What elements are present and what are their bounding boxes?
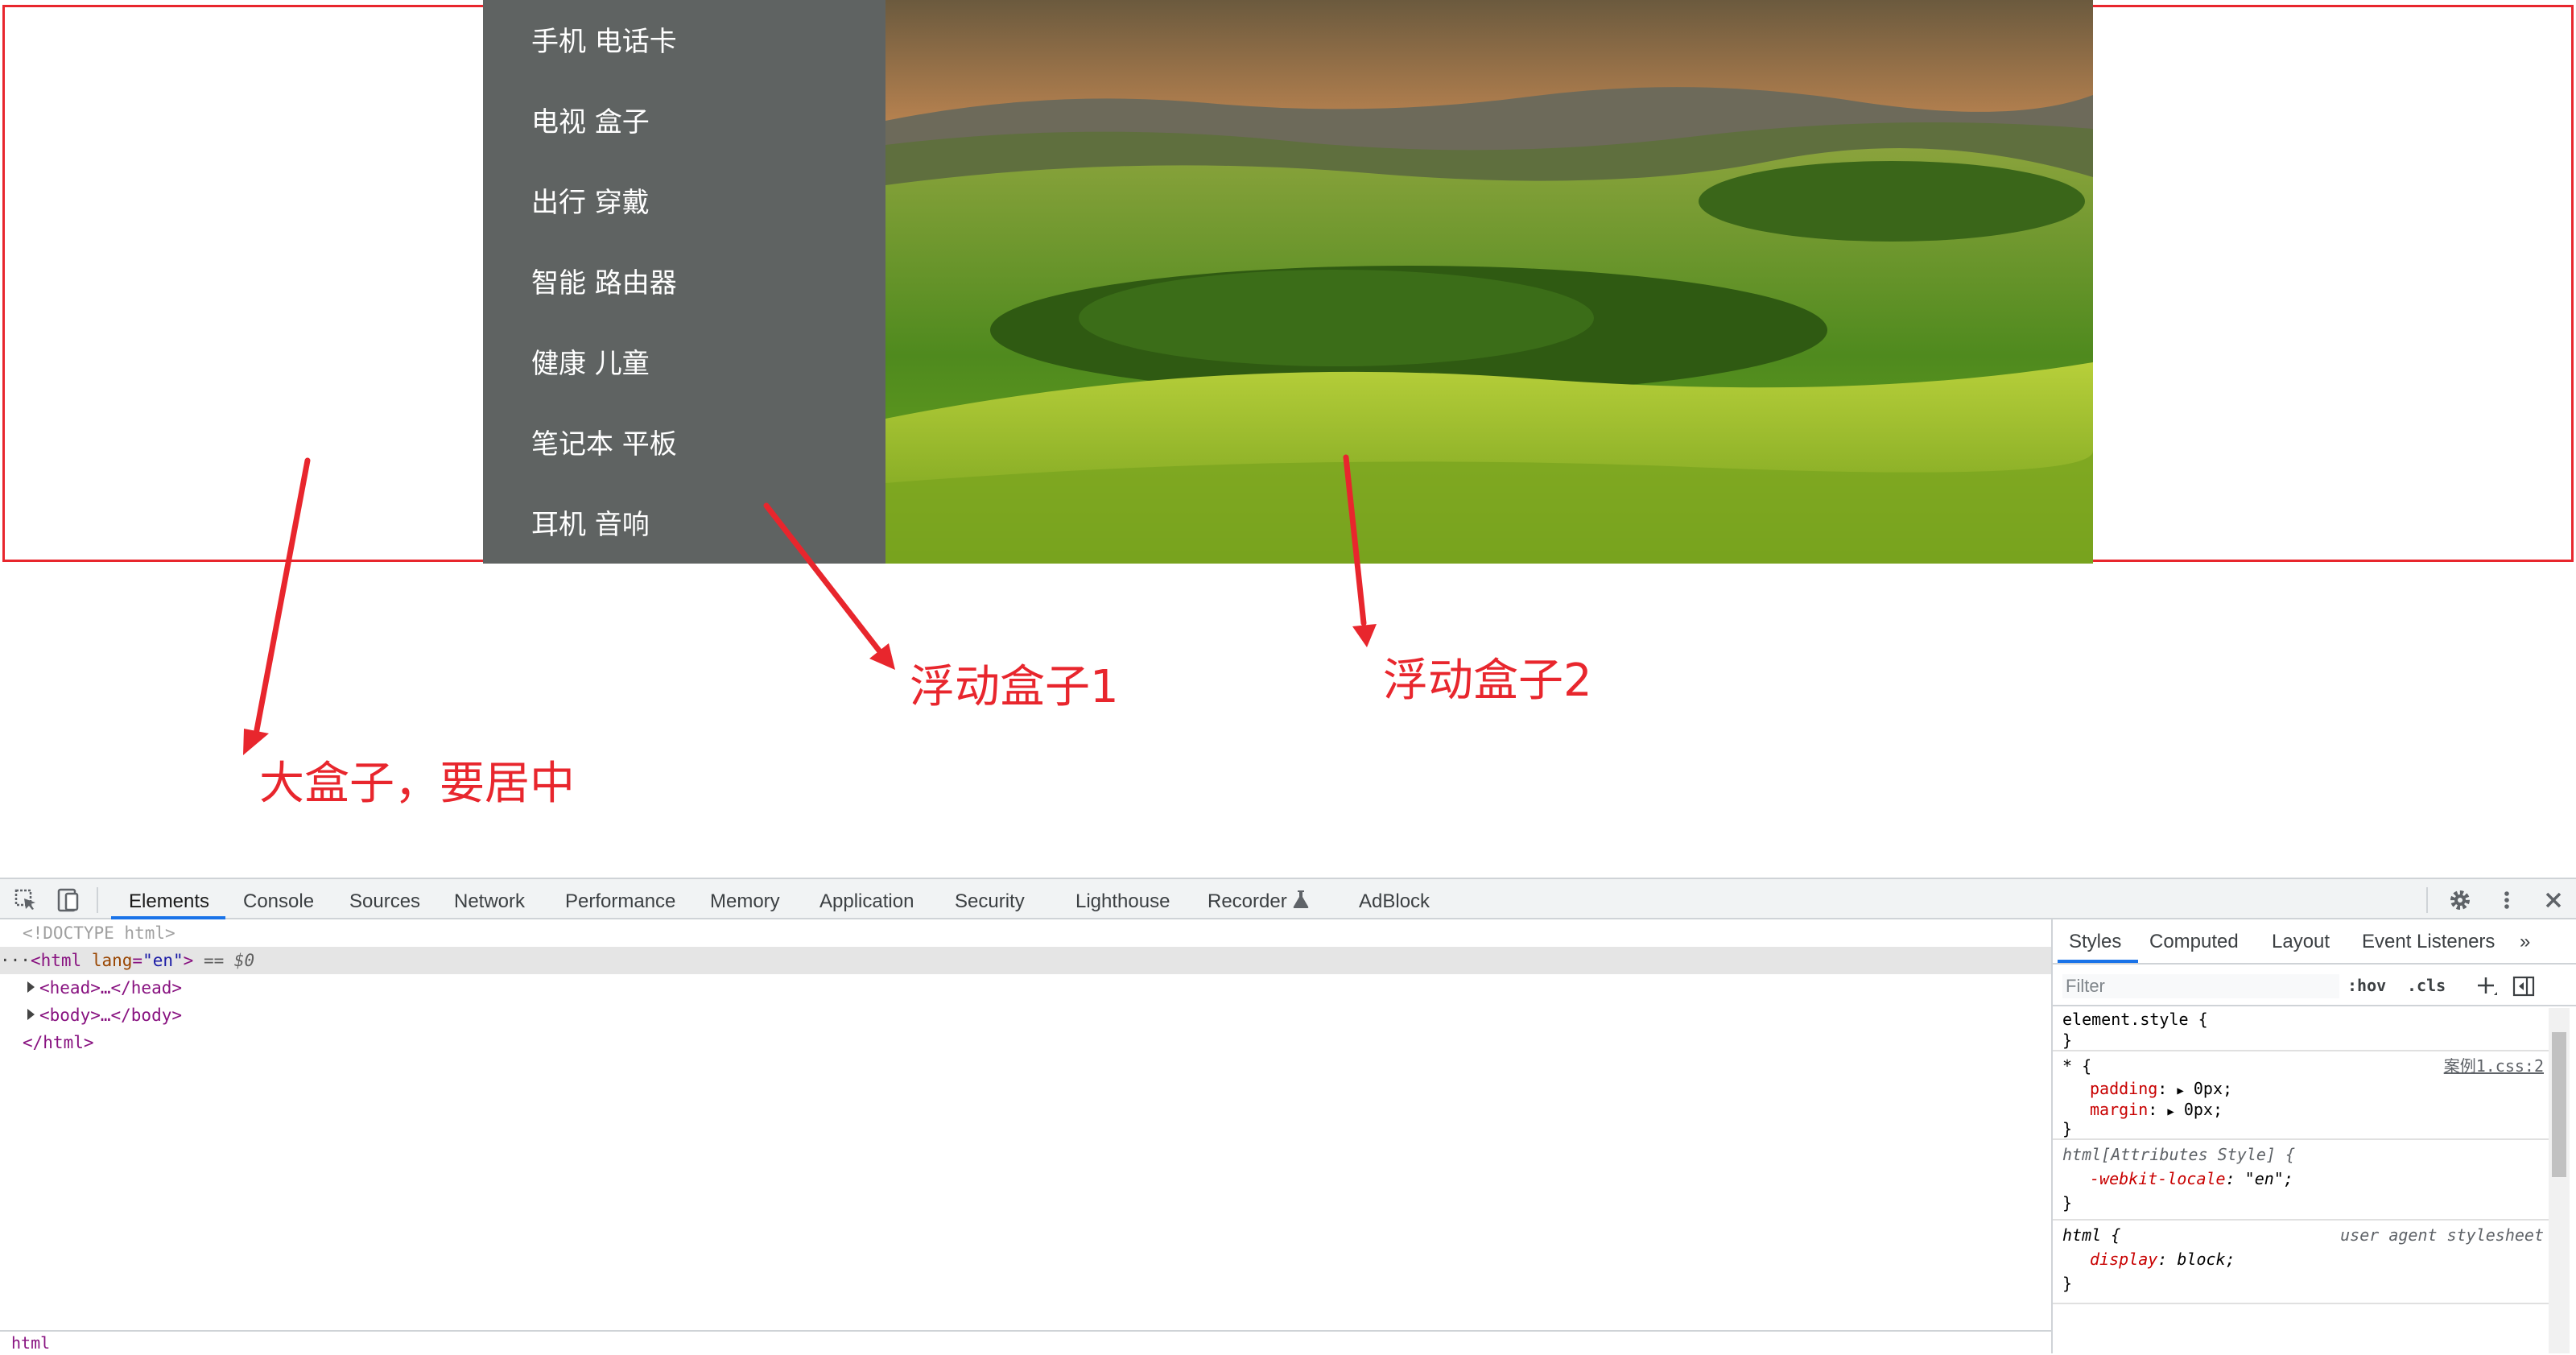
elements-dom-tree: <!DOCTYPE html> ···<html lang="en"> == $… (0, 919, 2051, 1353)
dom-head-node[interactable]: <head>…</head> (0, 974, 2079, 1002)
dom-doctype[interactable]: <!DOCTYPE html> (0, 919, 2051, 947)
close-brace: } (2062, 1031, 2073, 1050)
html-attr-value: "en" (142, 951, 184, 970)
styles-tab-underline (2058, 960, 2138, 963)
more-vertical-icon[interactable] (2494, 887, 2520, 913)
html-attributes-selector: html[Attributes Style] { (2062, 1145, 2295, 1164)
settings-gear-icon[interactable] (2447, 887, 2473, 913)
annotation-float-box-2: 浮动盒子2 (1383, 655, 1592, 707)
display-value: block; (2177, 1250, 2235, 1269)
dom-html-close[interactable]: </html> (0, 1029, 2074, 1056)
padding-property: padding (2090, 1079, 2158, 1098)
menu-item-laptop[interactable]: 笔记本 平板 (531, 428, 677, 461)
locale-property: -webkit-locale (2090, 1169, 2226, 1188)
rule-html-user-agent: html { user agent stylesheet display: bl… (2053, 1222, 2552, 1304)
close-icon[interactable] (2541, 887, 2566, 913)
annotation-big-box: 大盒子，要居中 (259, 758, 575, 810)
menu-item-health[interactable]: 健康 儿童 (531, 348, 650, 380)
toolbar-divider (97, 887, 98, 913)
tab-application[interactable]: Application (819, 890, 914, 913)
breadcrumb-html[interactable]: html (11, 1333, 50, 1353)
margin-declaration[interactable]: margin: ▶ 0px; (2090, 1098, 2223, 1123)
expand-triangle-icon[interactable] (27, 981, 35, 993)
display-property: display (2090, 1250, 2158, 1269)
devtools-panel: Elements Console Sources Network Perform… (0, 878, 2576, 1353)
toggle-sidebar-icon[interactable] (2512, 974, 2536, 998)
expand-triangle-icon[interactable] (27, 1009, 35, 1020)
display-declaration: display: block; (2090, 1250, 2235, 1269)
html-tag-name: html (40, 951, 82, 970)
cls-toggle-button[interactable]: .cls (2407, 976, 2446, 995)
head-node-text: <head>…</head> (39, 978, 183, 998)
html-attr-name: lang (91, 951, 133, 970)
tab-performance[interactable]: Performance (565, 890, 675, 913)
tab-security[interactable]: Security (955, 890, 1025, 913)
toolbar-divider-right (2426, 887, 2428, 913)
inspect-icon[interactable] (13, 887, 39, 913)
tab-memory[interactable]: Memory (710, 890, 780, 913)
dom-body-node[interactable]: <body>…</body> (0, 1002, 2079, 1029)
tab-lighthouse[interactable]: Lighthouse (1075, 890, 1170, 913)
styles-filter-input[interactable]: Filter (2062, 974, 2339, 998)
close-brace: } (2062, 1274, 2073, 1293)
tab-sources[interactable]: Sources (349, 890, 420, 913)
stylesheet-source-link[interactable]: 案例1.css:2 (2444, 1055, 2544, 1077)
more-tabs-chevron-icon[interactable]: » (2520, 931, 2530, 953)
tab-recorder[interactable]: Recorder (1208, 890, 1287, 913)
landscape-illustration (886, 0, 2093, 564)
tab-event-listeners[interactable]: Event Listeners (2362, 931, 2495, 953)
devtools-toolbar: Elements Console Sources Network Perform… (0, 878, 2576, 919)
tab-elements[interactable]: Elements (129, 890, 209, 913)
element-style-selector: element.style { (2062, 1010, 2208, 1029)
body-node-text: <body>…</body> (39, 1006, 183, 1025)
user-agent-source: user agent stylesheet (2340, 1225, 2544, 1245)
html-close-text: </html> (23, 1033, 94, 1052)
device-toolbar-icon[interactable] (55, 887, 80, 913)
doctype-text: <!DOCTYPE html> (23, 923, 175, 943)
dom-ellipsis-marker: ··· (0, 951, 31, 970)
margin-value: 0px; (2183, 1100, 2223, 1119)
tab-console[interactable]: Console (243, 890, 314, 913)
tab-computed[interactable]: Computed (2149, 931, 2239, 953)
breadcrumb-bar: html (0, 1330, 2051, 1355)
styles-filter-row: Filter :hov .cls (2053, 965, 2576, 1006)
hov-toggle-button[interactable]: :hov (2347, 976, 2386, 995)
styles-sidebar: Styles Computed Layout Event Listeners »… (2051, 919, 2576, 1353)
margin-property: margin (2090, 1100, 2149, 1119)
tab-network[interactable]: Network (454, 890, 525, 913)
selected-node-marker: == $0 (203, 951, 255, 970)
menu-item-smart[interactable]: 智能 路由器 (531, 267, 677, 300)
menu-item-phone[interactable]: 手机 电话卡 (531, 26, 677, 58)
padding-value: 0px; (2193, 1079, 2233, 1098)
dom-html-selected[interactable]: ···<html lang="en"> == $0 (0, 947, 2051, 974)
scrollbar-thumb[interactable] (2552, 1032, 2566, 1177)
tab-adblock[interactable]: AdBlock (1359, 890, 1430, 913)
styles-tabs: Styles Computed Layout Event Listeners » (2053, 919, 2576, 965)
close-brace: } (2062, 1119, 2073, 1138)
menu-item-travel[interactable]: 出行 穿戴 (531, 187, 650, 219)
close-brace: } (2062, 1193, 2073, 1212)
annotation-float-box-1: 浮动盒子1 (910, 661, 1119, 713)
new-style-rule-icon[interactable] (2475, 974, 2499, 998)
locale-value: "en"; (2244, 1169, 2293, 1188)
styles-scrollbar[interactable] (2549, 1008, 2570, 1353)
tab-styles[interactable]: Styles (2069, 931, 2121, 953)
universal-selector: * { (2062, 1056, 2092, 1076)
menu-item-tv[interactable]: 电视 盒子 (531, 106, 650, 138)
menu-item-audio[interactable]: 耳机 音响 (531, 509, 650, 541)
float-box-2-landscape-image (886, 0, 2093, 564)
float-box-1-menu: 手机 电话卡 电视 盒子 出行 穿戴 智能 路由器 健康 儿童 笔记本 平板 耳… (483, 0, 886, 564)
locale-declaration: -webkit-locale: "en"; (2090, 1169, 2293, 1188)
recorder-flask-icon (1293, 890, 1309, 908)
rule-html-attributes: html[Attributes Style] { -webkit-locale:… (2053, 1142, 2552, 1221)
rule-universal: * { 案例1.css:2 padding: ▶ 0px; margin: ▶ … (2053, 1053, 2552, 1140)
rule-element-style: element.style { } (2053, 1006, 2552, 1051)
tab-layout[interactable]: Layout (2272, 931, 2330, 953)
html-selector: html { (2062, 1225, 2121, 1245)
